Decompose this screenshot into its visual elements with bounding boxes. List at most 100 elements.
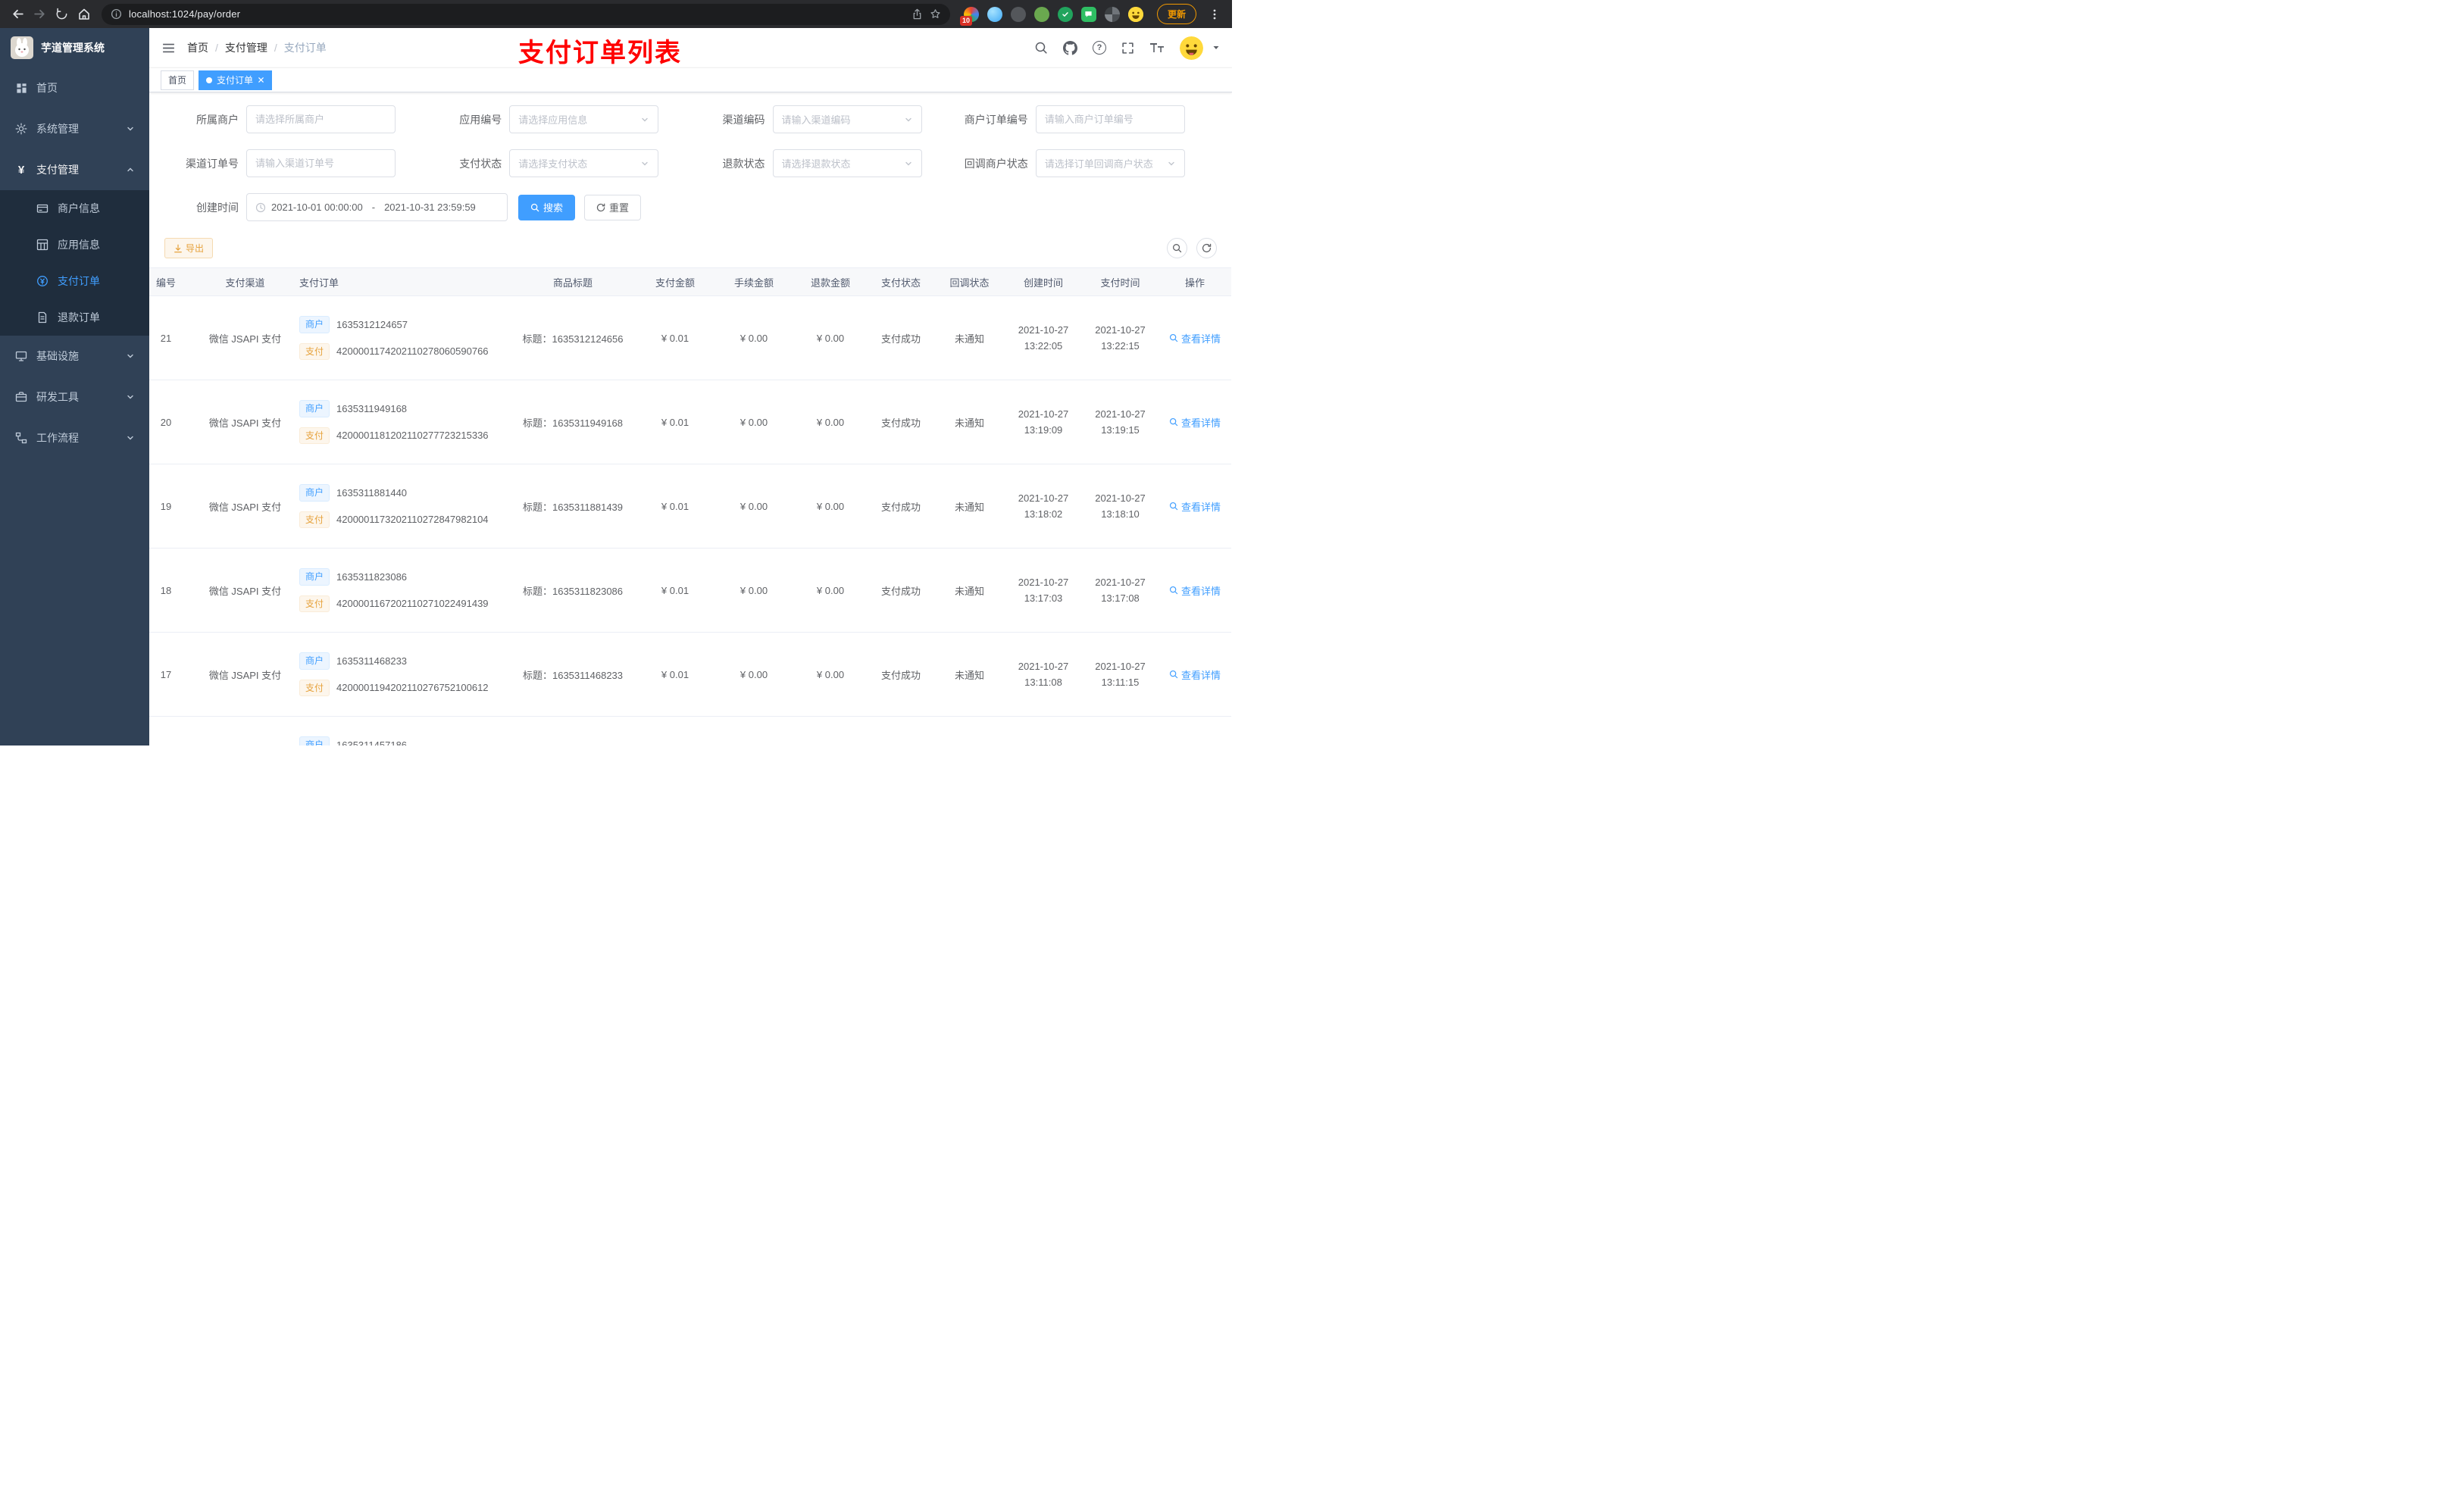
search-icon[interactable] bbox=[1034, 41, 1048, 55]
pay-order-cell: 商户 1635311881440 支付 42000011732021102728… bbox=[290, 464, 510, 549]
pay-order-cell: 商户 1635311468233 支付 42000011942021102767… bbox=[290, 632, 510, 717]
pay-amount-cell: ¥ 0.01 bbox=[636, 380, 714, 464]
user-avatar[interactable] bbox=[1180, 36, 1203, 60]
extension-icon-4[interactable] bbox=[1033, 6, 1049, 22]
notify-status-filter-select[interactable]: 请选择订单回调商户状态 bbox=[1035, 149, 1185, 177]
site-info-icon[interactable] bbox=[111, 8, 122, 20]
bookmark-star-icon[interactable] bbox=[930, 8, 941, 20]
pay-time-cell bbox=[1082, 716, 1159, 746]
reset-button[interactable]: 重置 bbox=[584, 194, 642, 220]
merchant-filter-input[interactable] bbox=[246, 105, 396, 133]
help-icon[interactable]: ? bbox=[1093, 41, 1106, 55]
chevron-down-icon bbox=[640, 115, 649, 124]
sidebar-item-app-info[interactable]: 应用信息 bbox=[0, 227, 149, 263]
merchant-tag: 商户 bbox=[299, 484, 330, 502]
breadcrumb-home[interactable]: 首页 bbox=[187, 40, 208, 55]
refresh-button[interactable] bbox=[1196, 238, 1217, 258]
breadcrumb-separator: / bbox=[274, 42, 277, 54]
browser-forward-icon[interactable] bbox=[30, 4, 50, 24]
sidebar-item-pay-order[interactable]: 支付订单 bbox=[0, 263, 149, 299]
col-pay-time: 支付时间 bbox=[1082, 267, 1159, 296]
extension-icon-8[interactable] bbox=[1127, 6, 1143, 22]
col-actions: 操作 bbox=[1159, 267, 1231, 296]
pay-tag: 支付 bbox=[299, 342, 330, 360]
hamburger-icon[interactable] bbox=[161, 41, 176, 55]
filter-label: 渠道编码 bbox=[722, 113, 765, 126]
create-time-cell: 2021-10-27 13:19:09 bbox=[1005, 380, 1082, 464]
table-row: 18 微信 JSAPI 支付 商户 1635311823086 支付 42000… bbox=[149, 548, 1231, 633]
sidebar-item-home[interactable]: 首页 bbox=[0, 67, 149, 108]
table-header-row: 编号 支付渠道 支付订单 商品标题 支付金额 手续金额 退款金额 支付状态 回调… bbox=[149, 267, 1231, 296]
view-detail-link[interactable]: 查看详情 bbox=[1169, 499, 1221, 514]
col-channel: 支付渠道 bbox=[200, 267, 290, 296]
create-time-range-input[interactable]: 2021-10-01 00:00:00 - 2021-10-31 23:59:5… bbox=[246, 193, 508, 221]
view-detail-link[interactable]: 查看详情 bbox=[1169, 583, 1221, 598]
export-button[interactable]: 导出 bbox=[164, 238, 214, 258]
refund-amount-cell: ¥ 0.00 bbox=[793, 464, 868, 549]
page-content: 所属商户 应用编号 请选择应用信息 渠道编码 请输入渠道编码 bbox=[149, 92, 1232, 746]
extension-icon-1[interactable]: 10 bbox=[959, 6, 979, 26]
channel-code-filter-select[interactable]: 请输入渠道编码 bbox=[772, 105, 922, 133]
pay-amount-cell: ¥ 0.01 bbox=[636, 464, 714, 549]
search-button[interactable]: 搜索 bbox=[518, 194, 576, 220]
order-id-cell: 20 bbox=[149, 380, 200, 464]
sidebar-item-refund-order[interactable]: 退款订单 bbox=[0, 299, 149, 336]
sidebar-item-label: 工作流程 bbox=[36, 432, 79, 444]
extension-icon-3[interactable] bbox=[1010, 6, 1026, 22]
pay-time-cell: 2021-10-27 13:18:10 bbox=[1082, 464, 1159, 549]
pay-tag: 支付 bbox=[299, 427, 330, 444]
view-detail-link[interactable]: 查看详情 bbox=[1169, 667, 1221, 682]
sidebar-item-system[interactable]: 系统管理 bbox=[0, 108, 149, 149]
sidebar-item-dev-tools[interactable]: 研发工具 bbox=[0, 377, 149, 417]
sidebar-item-infra[interactable]: 基础设施 bbox=[0, 336, 149, 377]
app-filter-select[interactable]: 请选择应用信息 bbox=[509, 105, 659, 133]
merchant-tag: 商户 bbox=[299, 400, 330, 417]
close-icon[interactable] bbox=[258, 77, 264, 83]
fullscreen-icon[interactable] bbox=[1121, 42, 1134, 55]
browser-menu-icon[interactable] bbox=[1204, 4, 1224, 24]
tab-home[interactable]: 首页 bbox=[161, 70, 195, 90]
notify-status-cell: 未通知 bbox=[934, 632, 1005, 717]
toggle-search-button[interactable] bbox=[1167, 238, 1187, 258]
product-title-cell: 标题：1635311949168 bbox=[510, 380, 636, 464]
view-detail-link[interactable]: 查看详情 bbox=[1169, 415, 1221, 430]
channel-order-no-input[interactable] bbox=[246, 149, 396, 177]
extension-icon-6[interactable] bbox=[1080, 6, 1096, 22]
sidebar-item-label: 支付订单 bbox=[58, 275, 100, 287]
share-icon[interactable] bbox=[911, 8, 923, 20]
extension-icon-7[interactable] bbox=[1104, 6, 1120, 22]
font-size-icon[interactable] bbox=[1149, 42, 1165, 54]
app-header: 首页 / 支付管理 / 支付订单 支付订单列表 ? bbox=[149, 28, 1232, 67]
chevron-down-icon bbox=[640, 159, 649, 168]
browser-address-bar[interactable]: localhost:1024/pay/order bbox=[102, 3, 950, 25]
url-text: localhost:1024/pay/order bbox=[129, 8, 241, 20]
sidebar-item-merchant-info[interactable]: 商户信息 bbox=[0, 190, 149, 227]
sidebar-item-workflow[interactable]: 工作流程 bbox=[0, 417, 149, 458]
pay-status-filter-select[interactable]: 请选择支付状态 bbox=[509, 149, 659, 177]
extension-icon-2[interactable] bbox=[987, 6, 1002, 22]
pay-channel-cell: 微信 JSAPI 支付 bbox=[200, 295, 290, 380]
refund-status-filter-select[interactable]: 请选择退款状态 bbox=[772, 149, 922, 177]
browser-update-button[interactable]: 更新 bbox=[1156, 4, 1196, 24]
filter-label: 回调商户状态 bbox=[964, 157, 1028, 170]
pay-order-icon bbox=[36, 275, 49, 287]
fee-amount-cell bbox=[714, 716, 793, 746]
avatar-caret-icon[interactable] bbox=[1212, 44, 1220, 52]
pay-time-cell: 2021-10-27 13:22:15 bbox=[1082, 295, 1159, 380]
view-detail-link[interactable]: 查看详情 bbox=[1169, 331, 1221, 345]
refund-amount-cell: ¥ 0.00 bbox=[793, 380, 868, 464]
github-icon[interactable] bbox=[1063, 40, 1077, 55]
browser-back-icon[interactable] bbox=[8, 4, 28, 24]
breadcrumb-payment[interactable]: 支付管理 bbox=[225, 40, 267, 55]
sidebar-item-payment[interactable]: ¥ 支付管理 bbox=[0, 149, 149, 190]
browser-reload-icon[interactable] bbox=[52, 4, 72, 24]
merchant-tag: 商户 bbox=[299, 568, 330, 586]
merchant-order-no-input[interactable] bbox=[1035, 105, 1185, 133]
merchant-tag: 商户 bbox=[299, 652, 330, 670]
tab-pay-order[interactable]: 支付订单 bbox=[199, 70, 273, 90]
filter-field-merchant-order-no: 商户订单编号 bbox=[954, 105, 1217, 133]
browser-home-icon[interactable] bbox=[73, 4, 94, 24]
filter-field-channel-order-no: 渠道订单号 bbox=[164, 149, 427, 177]
extension-icon-5[interactable] bbox=[1057, 6, 1073, 22]
actions-cell: 查看详情 bbox=[1159, 632, 1231, 717]
